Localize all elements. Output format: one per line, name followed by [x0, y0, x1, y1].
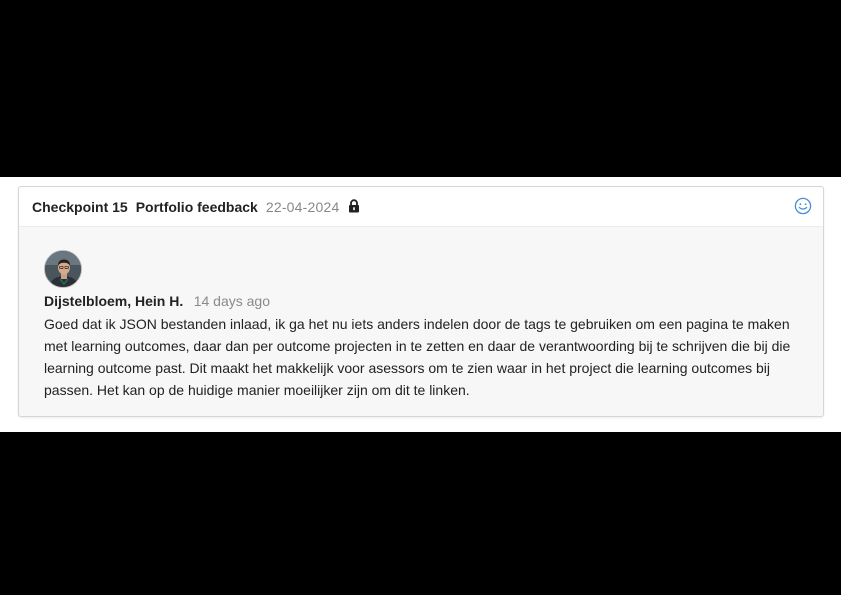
feedback-title: Portfolio feedback: [135, 198, 258, 215]
card-header: Checkpoint 15 Portfolio feedback 22-04-2…: [19, 187, 823, 227]
feedback-date: 22-04-2024: [265, 198, 340, 215]
checkpoint-label: Checkpoint 15: [32, 198, 128, 215]
author-name: Dijstelbloem, Hein H.: [44, 293, 184, 309]
page-strip: Checkpoint 15 Portfolio feedback 22-04-2…: [0, 177, 841, 432]
smiley-icon[interactable]: [794, 197, 812, 215]
lock-icon: [348, 198, 360, 213]
feedback-card: Checkpoint 15 Portfolio feedback 22-04-2…: [18, 186, 824, 417]
author-line: Dijstelbloem, Hein H. 14 days ago: [44, 293, 270, 311]
comment-timestamp: 14 days ago: [193, 293, 270, 309]
comment-text: Goed dat ik JSON bestanden inlaad, ik ga…: [44, 316, 791, 398]
avatar: [44, 250, 82, 288]
